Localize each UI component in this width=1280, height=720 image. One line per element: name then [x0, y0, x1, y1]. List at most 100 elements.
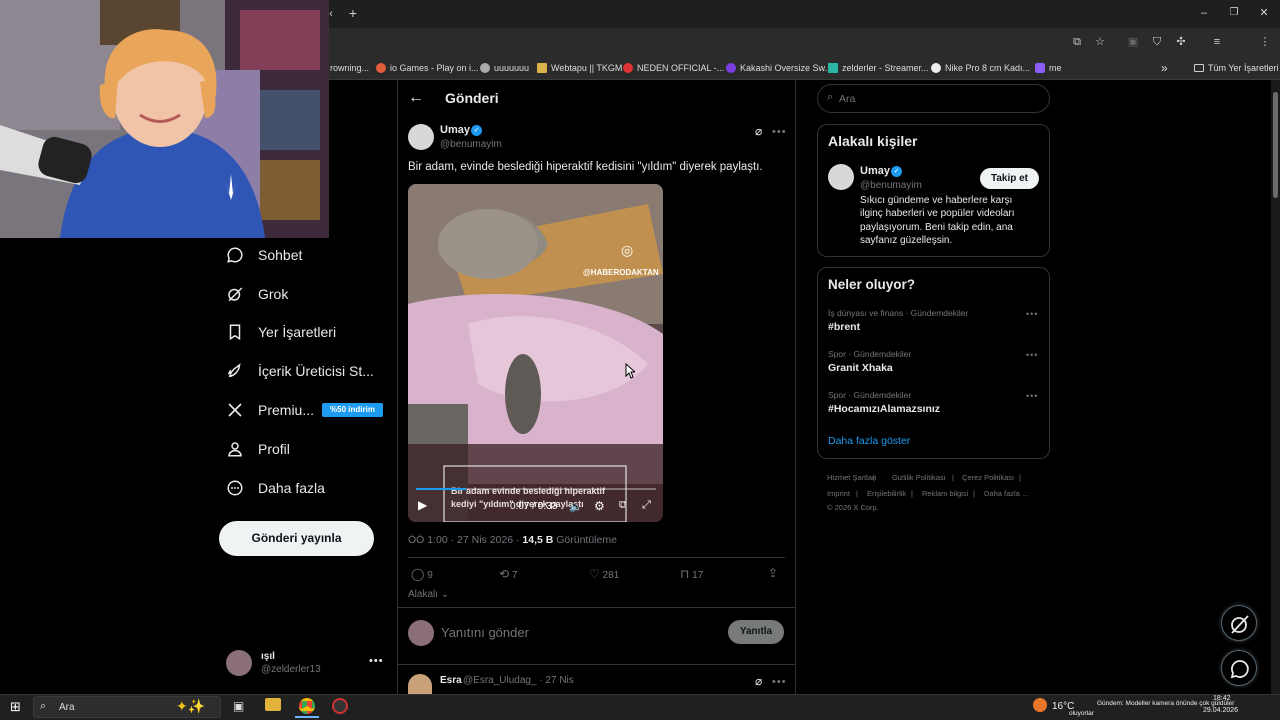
reply-button[interactable]: Yanıtla [728, 620, 784, 644]
account-avatar[interactable] [226, 650, 252, 676]
repost-action[interactable]: ⟲ 7 [499, 567, 517, 581]
bookmark-item[interactable]: Kakashi Oversize Sw... [726, 56, 832, 80]
nav-item-premium[interactable]: Premiu... [226, 395, 314, 425]
trend-name[interactable]: #brent [828, 321, 860, 333]
grok-explain-icon[interactable]: ⌀ [755, 674, 762, 688]
nav-item-bookmarks[interactable]: Yer İşaretleri [226, 317, 336, 347]
install-app-icon[interactable]: ⧉ [1068, 34, 1086, 50]
messages-fab[interactable] [1221, 650, 1257, 686]
bookmark-item[interactable]: Webtapu || TKGM [537, 56, 622, 80]
footer-link[interactable]: Erişilebilirlik [867, 489, 906, 498]
nav-item-more[interactable]: Daha fazla [226, 473, 325, 503]
search-box[interactable]: ⌕ Ara [817, 84, 1050, 113]
fullscreen-icon[interactable]: ⤢ [642, 499, 651, 512]
reply-action[interactable]: ◯ 9 [411, 567, 433, 581]
more-bookmarks-icon[interactable]: » [1161, 56, 1168, 80]
bookmark-item[interactable]: Nike Pro 8 cm Kadı... [931, 56, 1030, 80]
grok-fab[interactable] [1221, 605, 1257, 641]
trend-more-icon[interactable]: ••• [1026, 391, 1038, 401]
close-window-button[interactable]: ✕ [1255, 5, 1273, 21]
browser-menu-icon[interactable]: ⋮ [1256, 34, 1274, 50]
reply-author-name[interactable]: Esra [440, 675, 462, 686]
file-explorer-icon[interactable] [265, 698, 281, 711]
site-icon [537, 63, 547, 73]
clock-time[interactable]: 18:42 [1213, 695, 1231, 702]
bookmark-item[interactable]: NEDEN OFFICIAL -... [623, 56, 724, 80]
news-ticker[interactable]: Gündem: Modeller kamera önünde çok güldü… [1097, 700, 1270, 707]
author-avatar[interactable] [408, 124, 434, 150]
bookmark-item[interactable]: me [1035, 56, 1062, 80]
related-user-avatar[interactable] [828, 164, 854, 190]
footer-link[interactable]: Çerez Politikası [962, 473, 1014, 482]
taskbar-search[interactable]: ⌕ Ara ✦✨ [33, 696, 221, 718]
chat-icon [1230, 660, 1249, 679]
reply-author-handle[interactable]: @Esra_Uludag_ · 27 Nis [463, 675, 574, 686]
bookmark-item[interactable]: zelderler - Streamer... [828, 56, 929, 80]
scrollbar-thumb[interactable] [1273, 92, 1278, 198]
shield-icon[interactable]: ⛉ [1148, 34, 1166, 50]
bookmark-action[interactable]: ⊓ 17 [680, 567, 703, 581]
picture-in-picture-icon[interactable]: ⧉ [619, 499, 627, 512]
post-button[interactable]: Gönderi yayınla [219, 521, 374, 556]
grok-explain-icon[interactable]: ⌀ [755, 124, 762, 138]
follow-button[interactable]: Takip et [980, 168, 1039, 189]
chrome-icon[interactable] [299, 698, 315, 714]
video-player[interactable]: ◎ @HABERODAKTAN Bir adam evinde beslediğ… [408, 184, 663, 522]
related-user-name[interactable]: Umay [860, 165, 890, 177]
settings-gear-icon[interactable]: ⚙ [594, 499, 605, 513]
weather-icon [1033, 698, 1047, 712]
back-arrow-icon[interactable]: ← [408, 89, 424, 107]
author-handle[interactable]: @benumayim [440, 139, 502, 150]
like-action[interactable]: ♡ 281 [589, 567, 619, 581]
author-name[interactable]: Umay [440, 124, 470, 136]
footer-separator: | [911, 489, 913, 498]
nav-item-grok[interactable]: Grok [226, 279, 288, 309]
play-icon[interactable]: ▶ [418, 498, 427, 512]
footer-link[interactable]: Reklam bilgisi [922, 489, 968, 498]
new-tab-button[interactable]: + [344, 5, 362, 21]
account-menu-icon[interactable]: ••• [369, 655, 384, 667]
post-timestamp[interactable]: ÖÖ 1:00 · 27 Nis 2026 · [408, 534, 522, 546]
footer-link[interactable]: Hizmet Şartları [827, 473, 877, 482]
extension-icon[interactable]: ▣ [1124, 34, 1142, 50]
clock-date[interactable]: 29.04.2026 [1203, 707, 1238, 714]
media-controls-icon[interactable]: ≡ [1208, 34, 1226, 50]
trend-more-icon[interactable]: ••• [1026, 309, 1038, 319]
nav-item-chat[interactable]: Sohbet [226, 240, 302, 270]
reply-input[interactable]: Yanıtını gönder [441, 625, 529, 640]
nav-item-creator-studio[interactable]: İçerik Üreticisi St... [226, 356, 374, 386]
restore-button[interactable]: ❐ [1225, 5, 1243, 21]
nav-item-profile[interactable]: Profil [226, 434, 290, 464]
relevance-dropdown[interactable]: Alakalı ⌄ [408, 589, 449, 600]
scrollbar-track[interactable] [1271, 80, 1280, 694]
footer-link[interactable]: Gizlilik Politikası [892, 473, 946, 482]
reply-avatar[interactable] [408, 674, 432, 694]
bookmark-item[interactable]: io Games - Play on i... [376, 56, 479, 80]
trend-more-icon[interactable]: ••• [1026, 350, 1038, 360]
bookmark-item[interactable]: rowning... [330, 56, 369, 80]
all-bookmarks-folder[interactable]: Tüm Yer İşaretleri [1194, 56, 1279, 80]
reply-more-icon[interactable]: ••• [772, 676, 787, 688]
task-view-icon[interactable]: ▣ [233, 699, 244, 713]
trend-category: Spor · Gündemdekiler [828, 349, 912, 359]
minimize-button[interactable]: – [1195, 5, 1213, 21]
footer-separator: | [1019, 473, 1021, 482]
footer-link[interactable]: Daha fazla ... [984, 489, 1028, 498]
share-icon[interactable]: ⇪ [768, 566, 778, 580]
obs-icon[interactable] [332, 698, 348, 714]
windows-start-icon[interactable]: ⊞ [10, 699, 21, 715]
related-user-handle[interactable]: @benumayim [860, 180, 922, 191]
trend-name[interactable]: Granit Xhaka [828, 362, 893, 374]
show-more-link[interactable]: Daha fazla göster [828, 435, 910, 447]
volume-icon[interactable]: 🔈 [569, 500, 583, 513]
bookmark-item[interactable]: uuuuuuu [480, 56, 529, 80]
nav-label: Yer İşaretleri [258, 324, 337, 340]
like-count: 281 [602, 570, 620, 581]
video-progress-track[interactable] [416, 488, 656, 490]
footer-link[interactable]: Imprint [827, 489, 850, 498]
extensions-puzzle-icon[interactable]: ✣ [1172, 34, 1190, 50]
trend-name[interactable]: #HocamızıAlamazsınız [828, 403, 940, 415]
x-logo-icon [228, 403, 242, 417]
post-more-icon[interactable]: ••• [772, 126, 787, 138]
bookmark-star-icon[interactable]: ☆ [1091, 34, 1109, 50]
